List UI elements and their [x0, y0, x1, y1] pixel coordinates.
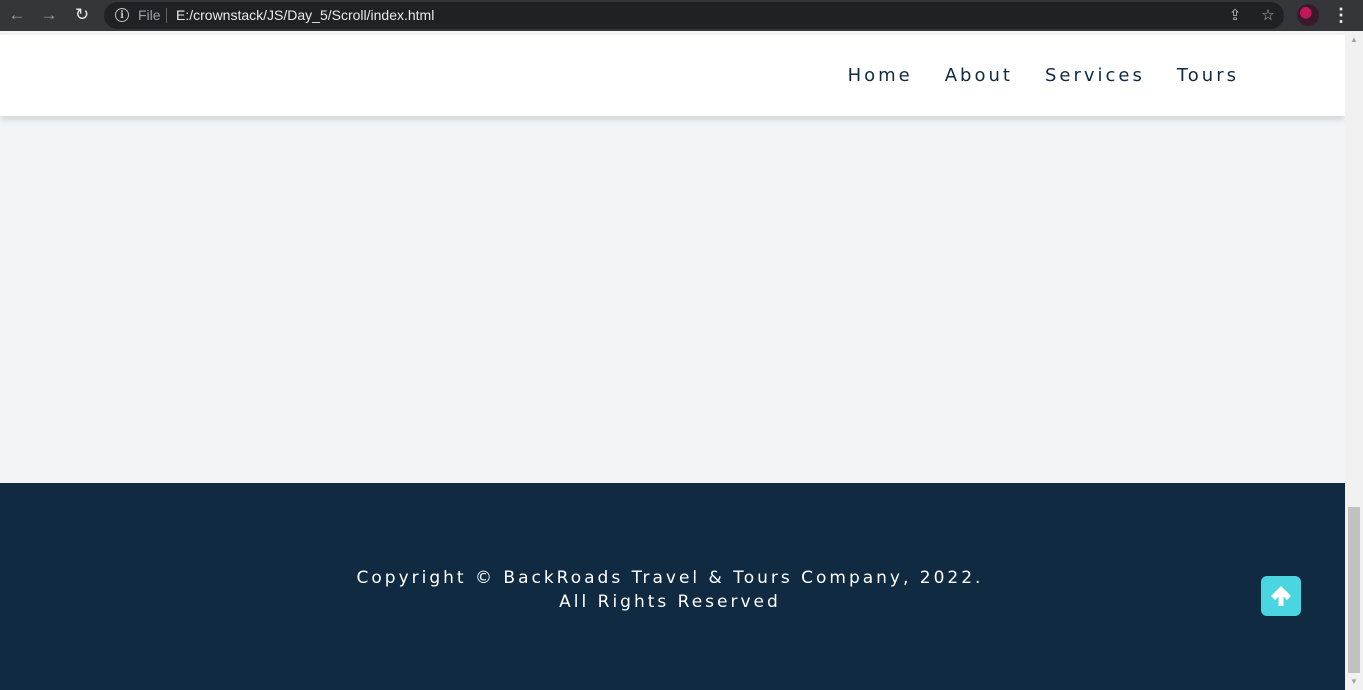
- url-text[interactable]: E:/crownstack/JS/Day_5/Scroll/index.html: [176, 7, 434, 23]
- scroll-up-arrow-icon[interactable]: ▲: [1345, 31, 1363, 48]
- info-icon[interactable]: i: [115, 8, 129, 22]
- arrow-up-icon: [1271, 586, 1291, 606]
- address-divider: [166, 8, 167, 23]
- share-icon[interactable]: ⇪: [1225, 5, 1245, 25]
- scroll-top-button[interactable]: [1261, 576, 1301, 616]
- nav-link-services[interactable]: Services: [1045, 65, 1145, 86]
- nav-links: Home About Services Tours: [848, 65, 1239, 86]
- browser-toolbar: ← → ↻ i File E:/crownstack/JS/Day_5/Scro…: [0, 0, 1363, 31]
- copyright-text: Copyright © BackRoads Travel & Tours Com…: [0, 566, 1340, 614]
- reload-button[interactable]: ↻: [70, 4, 94, 26]
- site-navbar: Home About Services Tours: [0, 35, 1345, 116]
- rights-line: All Rights Reserved: [559, 592, 781, 612]
- copyright-line: Copyright © BackRoads Travel & Tours Com…: [356, 568, 984, 588]
- page-scrollbar[interactable]: ▲ ▼: [1345, 31, 1363, 690]
- arrow-right-icon: →: [40, 5, 58, 24]
- forward-button[interactable]: →: [37, 4, 61, 26]
- scrollbar-thumb[interactable]: [1348, 507, 1360, 673]
- url-scheme-label: File: [138, 7, 161, 23]
- arrow-left-icon: ←: [8, 5, 26, 24]
- nav-link-tours[interactable]: Tours: [1177, 65, 1239, 86]
- bookmark-star-icon[interactable]: ☆: [1258, 5, 1278, 25]
- nav-link-home[interactable]: Home: [848, 65, 913, 86]
- nav-link-about[interactable]: About: [945, 65, 1013, 86]
- kebab-menu-icon[interactable]: ⋮: [1331, 4, 1351, 26]
- page-viewport: Home About Services Tours Copyright © Ba…: [0, 31, 1345, 690]
- back-button[interactable]: ←: [5, 4, 29, 26]
- address-bar[interactable]: i File E:/crownstack/JS/Day_5/Scroll/ind…: [104, 2, 1284, 29]
- site-footer: Copyright © BackRoads Travel & Tours Com…: [0, 483, 1345, 690]
- scroll-down-arrow-icon[interactable]: ▼: [1345, 673, 1363, 690]
- reload-icon: ↻: [74, 5, 90, 24]
- profile-avatar[interactable]: [1297, 4, 1319, 26]
